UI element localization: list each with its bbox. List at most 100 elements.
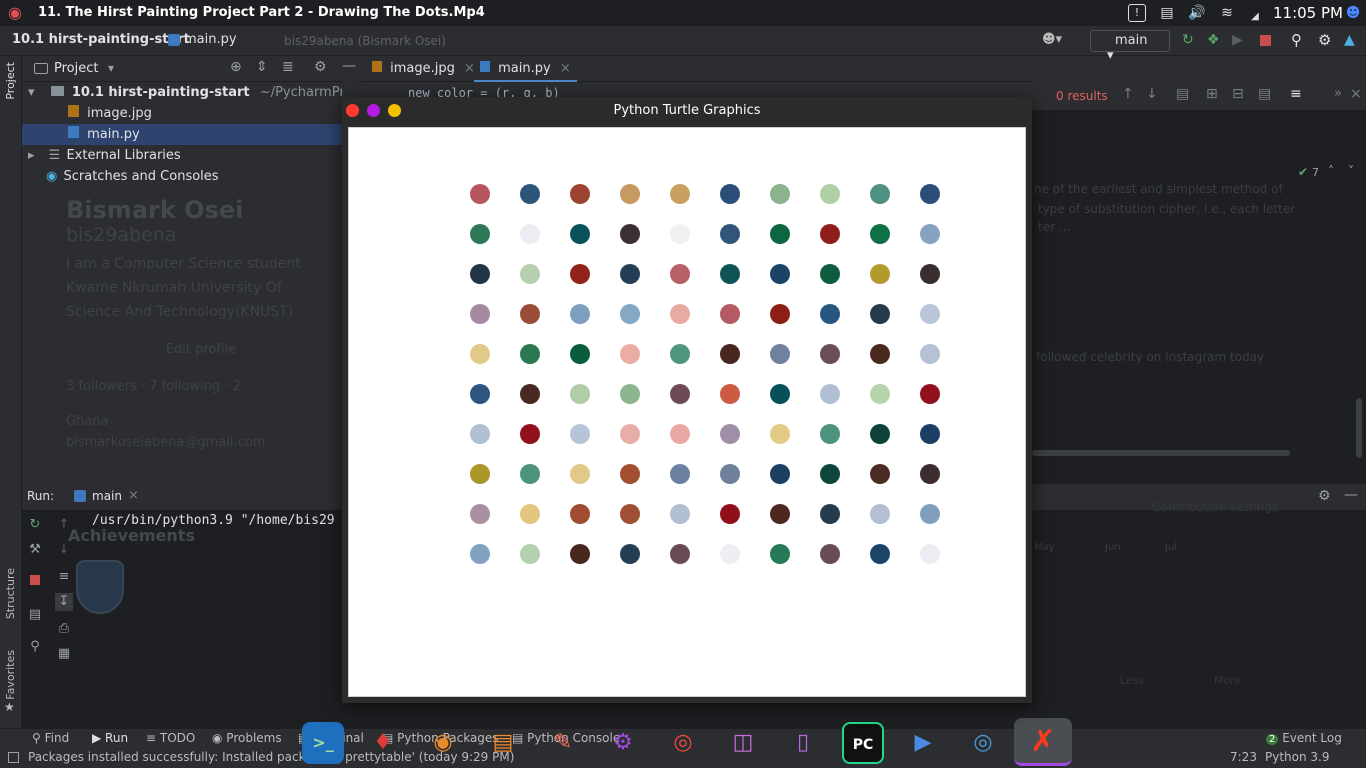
- inspection-count[interactable]: 7: [1312, 166, 1319, 179]
- layout-icon[interactable]: ▤: [26, 606, 44, 624]
- search-icon[interactable]: ⚲: [1291, 31, 1302, 49]
- gear-icon[interactable]: ⚙: [1318, 31, 1331, 49]
- coverage-icon[interactable]: ▶: [1232, 32, 1243, 48]
- close-window-button[interactable]: [346, 104, 359, 117]
- painting-dot: [720, 464, 740, 484]
- breadcrumb-file[interactable]: main.py: [184, 32, 237, 47]
- pycharm-icon[interactable]: PC: [842, 722, 884, 764]
- settings-icon[interactable]: ⚙: [602, 722, 644, 764]
- pin-icon[interactable]: ⚲: [26, 638, 44, 656]
- tree-scratches[interactable]: ◉ Scratches and Consoles: [22, 166, 342, 187]
- star-icon[interactable]: ★: [4, 700, 15, 714]
- tab-main-py[interactable]: main.py ×: [474, 56, 577, 82]
- turtle-graphics-window[interactable]: Python Turtle Graphics: [342, 97, 1032, 703]
- tool-run[interactable]: ▶ Run: [92, 731, 128, 745]
- chevron-down-icon[interactable]: ˅: [1348, 164, 1354, 178]
- minimize-window-button[interactable]: [388, 104, 401, 117]
- print-icon[interactable]: ⎙: [55, 620, 73, 638]
- software-store-icon[interactable]: ◫: [722, 722, 764, 764]
- tool-todo[interactable]: ≡ TODO: [146, 731, 195, 745]
- filter-results-icon[interactable]: ≡: [1290, 86, 1302, 102]
- trash-icon[interactable]: ▦: [55, 645, 73, 663]
- volume-icon[interactable]: 🔊: [1188, 4, 1206, 22]
- wrench-icon[interactable]: ⚒: [26, 541, 44, 559]
- turtle-window-title-bar[interactable]: Python Turtle Graphics: [342, 97, 1032, 125]
- close-icon[interactable]: ×: [560, 61, 571, 76]
- status-toggle-icon[interactable]: [8, 752, 19, 763]
- git-branch-selector[interactable]: main ▾: [1090, 30, 1170, 63]
- minimize-icon[interactable]: —: [1344, 487, 1358, 503]
- user-dropdown-icon[interactable]: ☻▾: [1042, 32, 1062, 47]
- filter-icon[interactable]: ▤: [1176, 86, 1189, 102]
- select-all-icon[interactable]: ▤: [1258, 86, 1271, 102]
- signal-icon[interactable]: ◢: [1246, 8, 1264, 26]
- garuda-assistant-icon[interactable]: ◉: [422, 722, 464, 764]
- background-browser-tab: bis29abena (Bismark Osei): [284, 34, 446, 48]
- structure-tool-tab[interactable]: Structure: [4, 568, 17, 619]
- close-app-icon[interactable]: ✗: [1014, 718, 1072, 766]
- add-occurrence-icon[interactable]: ⊞: [1206, 86, 1218, 102]
- gear-icon[interactable]: ⚙: [314, 59, 327, 75]
- turtle-canvas[interactable]: [348, 127, 1026, 697]
- project-tool-tab[interactable]: Project: [4, 62, 17, 100]
- collapse-all-icon[interactable]: ≣: [282, 59, 294, 75]
- terminal-icon[interactable]: >_: [302, 722, 344, 764]
- remove-occurrence-icon[interactable]: ⊟: [1232, 86, 1244, 102]
- rerun-icon[interactable]: ↻: [26, 516, 44, 534]
- project-panel-title[interactable]: Project: [54, 61, 98, 76]
- text-editor-icon[interactable]: ✎: [542, 722, 584, 764]
- stop-icon[interactable]: [26, 573, 44, 591]
- timeshift-icon[interactable]: ◎: [662, 722, 704, 764]
- maximize-window-button[interactable]: [367, 104, 380, 117]
- tree-root[interactable]: ▾ 10.1 hirst-painting-start ~/PycharmPro…: [22, 82, 342, 103]
- window-title: 11. The Hirst Painting Project Part 2 - …: [38, 5, 485, 20]
- clock[interactable]: 11:05 PM: [1273, 4, 1343, 22]
- event-log[interactable]: 2 Event Log: [1266, 731, 1342, 745]
- files-icon[interactable]: ▤: [482, 722, 524, 764]
- rerun-icon[interactable]: ↻: [1182, 32, 1194, 48]
- chrome-icon[interactable]: ◎: [962, 722, 1004, 764]
- debug-icon[interactable]: ❖: [1207, 32, 1220, 48]
- close-icon[interactable]: ×: [1350, 86, 1362, 102]
- tab-image-jpg[interactable]: image.jpg ×: [366, 56, 481, 82]
- tree-file-image[interactable]: image.jpg: [22, 103, 342, 124]
- horizontal-scrollbar[interactable]: [1032, 450, 1290, 456]
- breadcrumb-project[interactable]: 10.1 hirst-painting-start: [12, 32, 190, 47]
- more-icon[interactable]: »: [1334, 86, 1342, 101]
- locate-icon[interactable]: ⊕: [230, 59, 242, 75]
- python-interpreter[interactable]: Python 3.9: [1265, 750, 1330, 764]
- garuda-logo-icon[interactable]: ◉: [4, 3, 26, 23]
- root-folder-label: 10.1 hirst-painting-start: [71, 85, 250, 100]
- alert-icon[interactable]: !: [1128, 4, 1146, 22]
- garuda-icon[interactable]: ♦: [362, 722, 404, 764]
- scroll-to-end-icon[interactable]: ↧: [55, 593, 73, 611]
- soft-wrap-icon[interactable]: ≡: [55, 568, 73, 586]
- favorites-tool-tab[interactable]: Favorites: [4, 650, 17, 700]
- jetbrains-toolbox-icon[interactable]: ▲: [1344, 32, 1355, 48]
- clipboard-icon[interactable]: ▤: [1158, 4, 1176, 22]
- tool-problems[interactable]: ◉ Problems: [212, 731, 282, 745]
- expand-all-icon[interactable]: ⇕: [256, 59, 268, 75]
- vertical-scrollbar[interactable]: [1356, 398, 1362, 458]
- run-config-tab[interactable]: main: [92, 489, 122, 503]
- minimize-icon[interactable]: —: [342, 58, 356, 74]
- chevron-down-icon[interactable]: ▾: [108, 61, 114, 75]
- inspection-ok-icon[interactable]: ✔: [1298, 165, 1308, 179]
- painting-dot: [470, 424, 490, 444]
- arrow-down-icon[interactable]: ↓: [1146, 86, 1158, 102]
- gear-icon[interactable]: ⚙: [1318, 488, 1331, 504]
- user-icon[interactable]: ☻: [1344, 4, 1362, 22]
- wifi-icon[interactable]: ≋: [1218, 4, 1236, 22]
- tree-external-libraries[interactable]: ▸ ☰ External Libraries: [22, 145, 342, 166]
- cursor-position[interactable]: 7:23: [1230, 750, 1257, 764]
- close-icon[interactable]: ×: [128, 488, 139, 503]
- tree-file-main[interactable]: main.py: [22, 124, 342, 145]
- turtle-window-title: Python Turtle Graphics: [613, 103, 761, 118]
- media-player-icon[interactable]: ▶: [902, 722, 944, 764]
- painting-dot: [870, 424, 890, 444]
- tool-find[interactable]: ⚲ Find: [32, 731, 69, 745]
- kde-connect-icon[interactable]: ▯: [782, 722, 824, 764]
- stop-icon[interactable]: [1260, 35, 1271, 46]
- arrow-up-icon[interactable]: ↑: [1122, 86, 1134, 102]
- chevron-up-icon[interactable]: ˄: [1328, 164, 1334, 178]
